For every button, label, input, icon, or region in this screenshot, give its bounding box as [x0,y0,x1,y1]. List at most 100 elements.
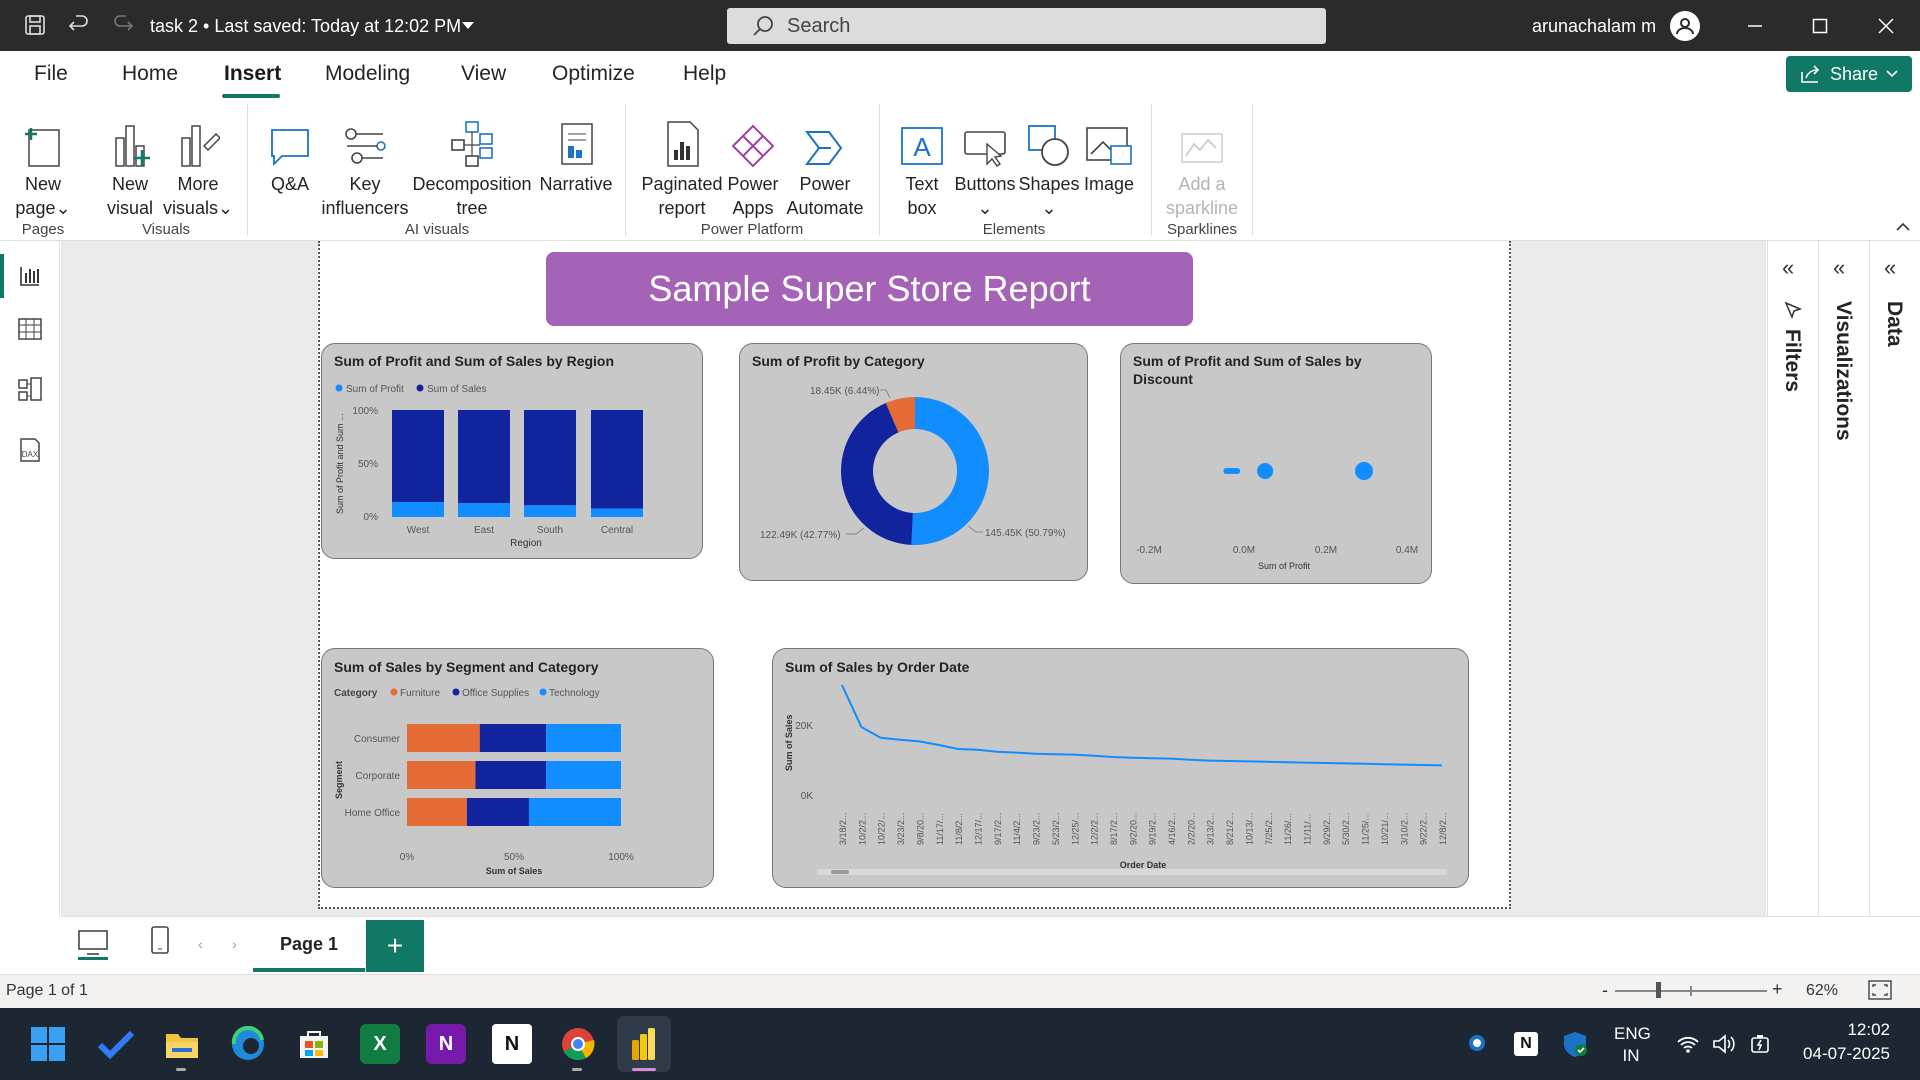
bar-office-supplies-corporate[interactable] [475,761,547,789]
save-icon[interactable] [20,10,50,40]
bar-furniture-home-office[interactable] [407,798,467,826]
clock-date[interactable]: 04-07-2025 [1790,1044,1890,1064]
redo-icon[interactable] [108,10,138,40]
bar-sales-central[interactable] [591,410,643,509]
shapes-button[interactable]: Shapes ⌄ [1016,110,1082,220]
defender-tray-icon[interactable] [1562,1030,1588,1063]
notion-tray-icon[interactable]: N [1514,1032,1538,1056]
bar-profit-south[interactable] [524,505,576,517]
expand-data-icon[interactable]: « [1884,255,1896,281]
report-title-banner[interactable]: Sample Super Store Report [546,252,1193,326]
order-date-chart-card[interactable]: Sum of Sales by Order Date Sum of Sales … [772,648,1469,888]
scatter-point[interactable] [1234,468,1241,474]
title-dropdown-icon[interactable] [462,22,474,29]
clock-time[interactable]: 12:02 [1800,1020,1890,1040]
report-view-icon[interactable] [14,260,46,292]
menu-insert[interactable]: Insert [224,62,281,86]
prev-page-icon[interactable]: ‹ [198,936,203,952]
filters-pane[interactable]: « Filters [1767,241,1817,916]
expand-visualizations-icon[interactable]: « [1833,255,1845,281]
collapse-ribbon-icon[interactable] [1896,218,1910,236]
model-view-icon[interactable] [14,373,46,405]
chrome-icon[interactable] [558,1024,598,1064]
zoom-slider-thumb[interactable] [1656,982,1661,998]
region-chart-card[interactable]: Sum of Profit and Sum of Sales by Region… [321,343,703,559]
battery-icon[interactable] [1748,1032,1772,1061]
data-pane[interactable]: « Data [1869,241,1920,916]
bar-sales-east[interactable] [458,410,510,504]
file-explorer-icon[interactable] [162,1024,202,1064]
mobile-layout-icon[interactable] [148,926,172,961]
image-button[interactable]: Image [1080,110,1138,196]
discount-chart-card[interactable]: Sum of Profit and Sum of Sales by Discou… [1120,343,1432,584]
maximize-icon[interactable] [1800,8,1840,44]
text-box-button[interactable]: A Text box [892,110,952,220]
power-bi-icon[interactable] [624,1024,664,1064]
power-automate-button[interactable]: Power Automate [784,110,866,220]
menu-help[interactable]: Help [683,62,726,86]
close-icon[interactable] [1866,8,1906,44]
bar-furniture-consumer[interactable] [407,724,480,752]
buttons-button[interactable]: Buttons ⌄ [952,110,1018,220]
add-sparkline-button[interactable]: Add a sparkline [1160,110,1244,220]
menu-modeling[interactable]: Modeling [325,62,410,86]
zoom-out-button[interactable]: - [1602,980,1608,1001]
decomposition-tree-button[interactable]: Decomposition tree [410,110,534,220]
bar-office-supplies-consumer[interactable] [479,724,547,752]
volume-icon[interactable] [1712,1034,1738,1059]
start-icon[interactable] [28,1024,68,1064]
bar-furniture-corporate[interactable] [407,761,476,789]
table-view-icon[interactable] [14,313,46,345]
bar-profit-east[interactable] [458,503,510,517]
bar-technology-consumer[interactable] [546,724,621,752]
key-influencers-button[interactable]: Key influencers [320,110,410,220]
todo-icon[interactable] [96,1024,136,1064]
horizontal-scrollbar[interactable] [817,869,1447,875]
user-name[interactable]: arunachalam m [1532,16,1656,37]
new-visual-button[interactable]: New visual [100,110,160,220]
search-box[interactable]: Search [727,8,1326,44]
bar-technology-corporate[interactable] [546,761,621,789]
bar-profit-west[interactable] [392,502,444,517]
wifi-icon[interactable] [1676,1034,1700,1059]
search-tray-icon[interactable] [1466,1032,1490,1061]
category-chart-card[interactable]: Sum of Profit by Category 18.45K (6.44%)… [739,343,1088,581]
narrative-button[interactable]: Narrative [536,110,616,196]
qna-button[interactable]: Q&A [262,110,318,196]
store-icon[interactable] [294,1024,334,1064]
desktop-layout-icon[interactable] [76,926,110,965]
add-page-button[interactable]: + [366,920,424,972]
scatter-point[interactable] [1355,462,1373,480]
menu-optimize[interactable]: Optimize [552,62,635,86]
language-code[interactable]: ENG [1614,1024,1651,1044]
language-region[interactable]: IN [1614,1046,1648,1066]
new-page-button[interactable]: New page⌄ [12,110,74,220]
onenote-icon[interactable]: N [426,1024,466,1064]
next-page-icon[interactable]: › [232,936,237,952]
scrollbar-thumb[interactable] [831,870,849,874]
expand-filters-icon[interactable]: « [1782,255,1794,281]
dax-query-view-icon[interactable]: DAX [14,434,46,466]
notion-icon[interactable]: N [492,1024,532,1064]
bar-technology-home-office[interactable] [528,798,621,826]
fit-to-page-icon[interactable] [1868,980,1892,1005]
bar-sales-south[interactable] [524,410,576,506]
document-title[interactable]: task 2 • Last saved: Today at 12:02 PM [150,16,461,37]
bar-profit-central[interactable] [591,508,643,517]
menu-file[interactable]: File [34,62,68,86]
segment-chart-card[interactable]: Sum of Sales by Segment and Category Cat… [321,648,714,888]
paginated-report-button[interactable]: Paginated report [636,110,728,220]
zoom-in-button[interactable]: + [1772,979,1783,1000]
edge-icon[interactable] [228,1024,268,1064]
more-visuals-button[interactable]: More visuals⌄ [163,110,233,220]
menu-view[interactable]: View [461,62,506,86]
power-apps-button[interactable]: Power Apps [720,110,786,220]
share-button[interactable]: Share [1786,56,1912,92]
undo-icon[interactable] [64,10,94,40]
donut-slice-technology[interactable] [911,397,989,545]
minimize-icon[interactable] [1735,8,1775,44]
bar-office-supplies-home-office[interactable] [466,798,529,826]
scatter-point[interactable] [1257,463,1274,479]
visualizations-pane[interactable]: « Visualizations [1818,241,1868,916]
bar-sales-west[interactable] [392,410,444,503]
